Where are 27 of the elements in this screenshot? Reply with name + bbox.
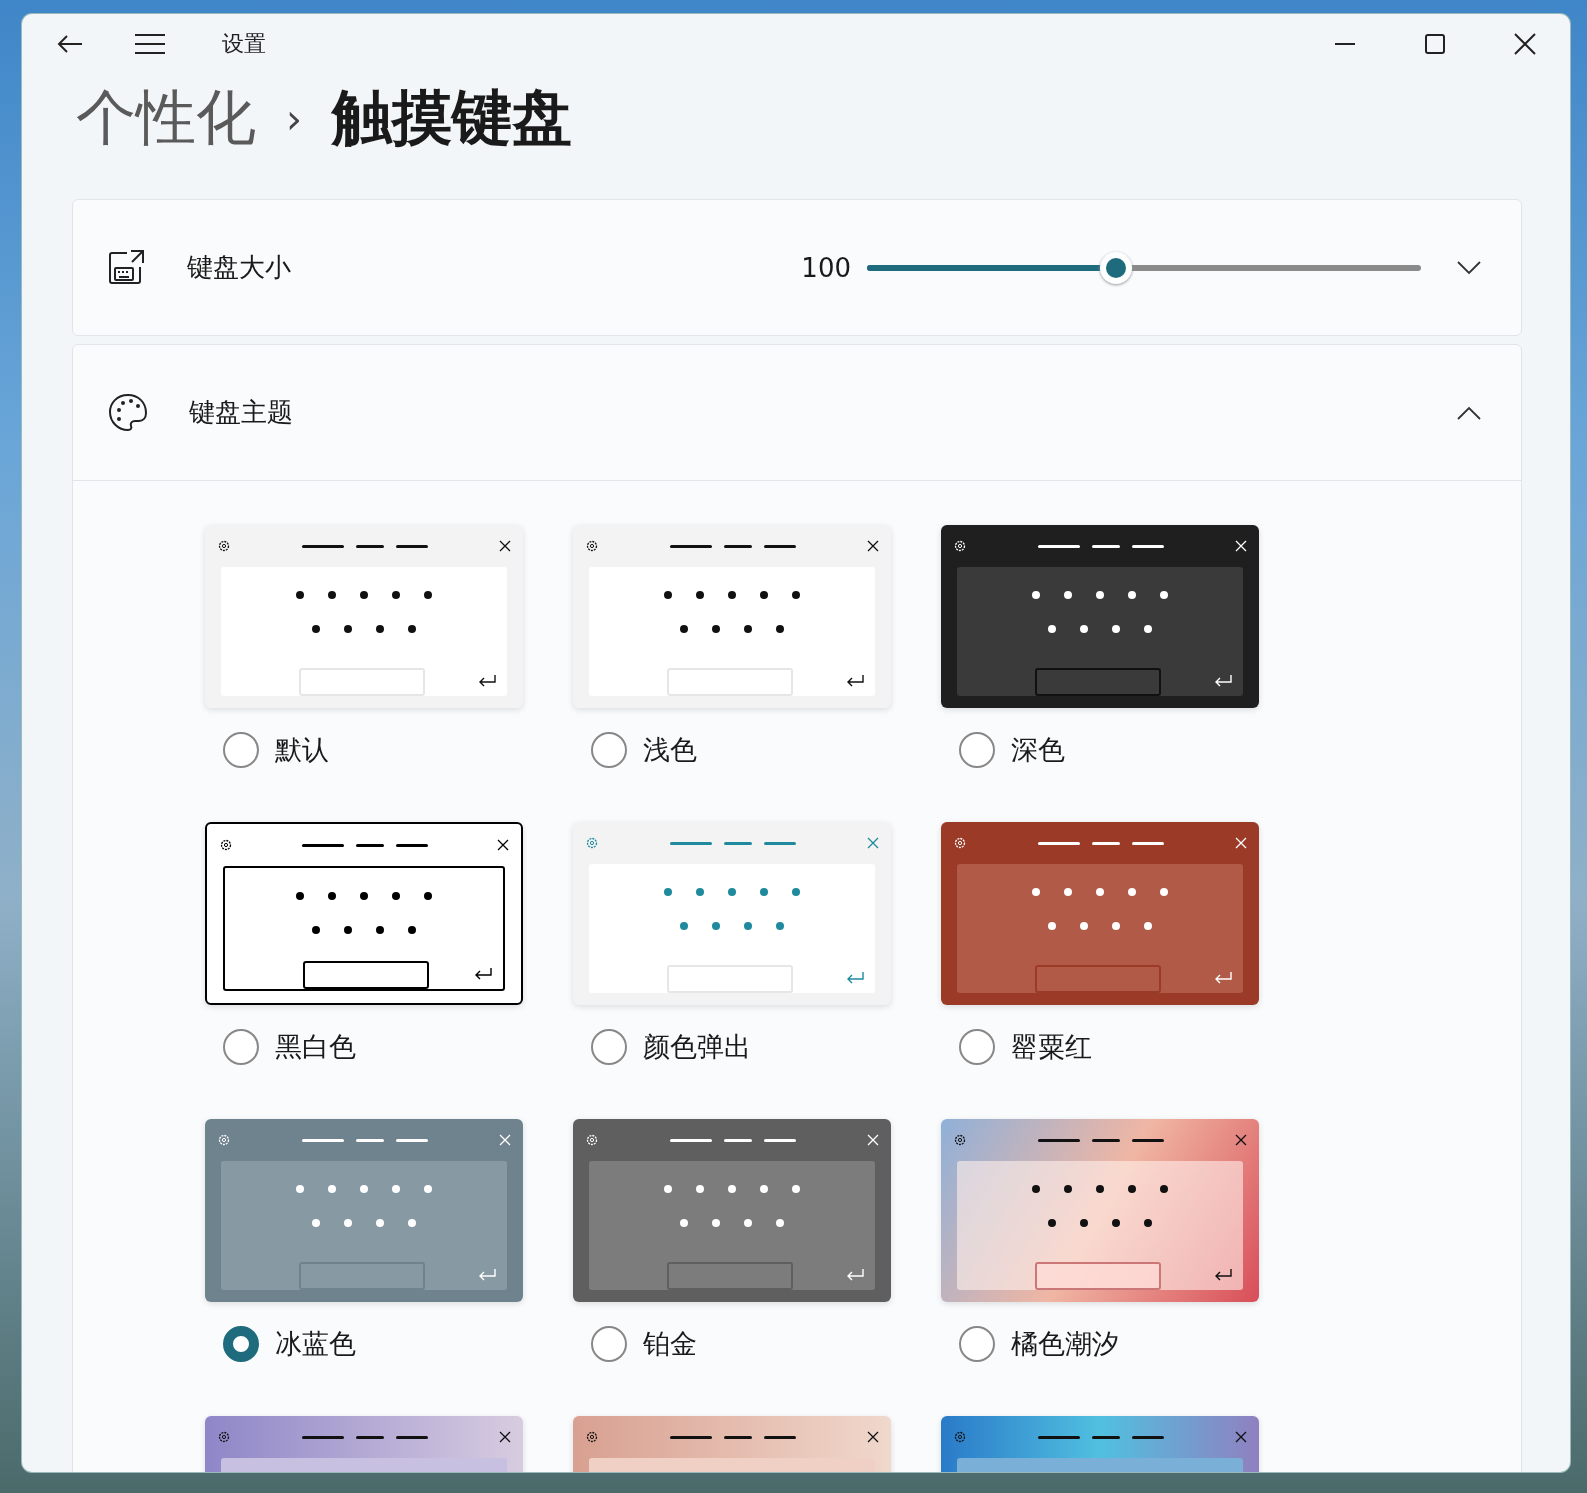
theme-radio-option[interactable]: 浅色: [573, 728, 703, 772]
breadcrumb-link[interactable]: 个性化: [76, 78, 256, 159]
theme-radio-option[interactable]: 黑白色: [205, 1025, 362, 1069]
size-slider[interactable]: [867, 251, 1421, 284]
chevron-icon: [1457, 405, 1481, 420]
window-title: 设置: [222, 30, 266, 58]
theme-radio-option[interactable]: 橘色潮汐: [941, 1322, 1125, 1366]
page-title: 触摸键盘: [332, 81, 572, 154]
slider-thumb[interactable]: [1100, 251, 1133, 284]
palette-icon: [107, 391, 149, 434]
menu-icon: [135, 33, 165, 55]
theme-radio-option[interactable]: 铂金: [573, 1322, 703, 1366]
theme-radio-option[interactable]: 默认: [205, 728, 335, 772]
theme-radio-option[interactable]: 罂粟红: [941, 1025, 1098, 1069]
slider-value: 100: [801, 252, 851, 283]
theme-radio-option[interactable]: 颜色弹出: [573, 1025, 757, 1069]
setting-label: 键盘主题: [189, 396, 293, 429]
minimize-icon: [1335, 43, 1355, 45]
theme-radio-option[interactable]: 冰蓝色: [205, 1322, 362, 1366]
theme-radio-option[interactable]: 深色: [941, 728, 1071, 772]
breadcrumb-separator: ›: [286, 95, 302, 142]
back-arrow-icon: [57, 34, 83, 54]
close-icon: [1514, 33, 1536, 55]
setting-label: 键盘大小: [187, 251, 291, 284]
maximize-icon: [1425, 34, 1445, 54]
keyboard-preview-drawing[interactable]: [205, 822, 523, 1005]
chevron-icon: [1457, 260, 1481, 275]
